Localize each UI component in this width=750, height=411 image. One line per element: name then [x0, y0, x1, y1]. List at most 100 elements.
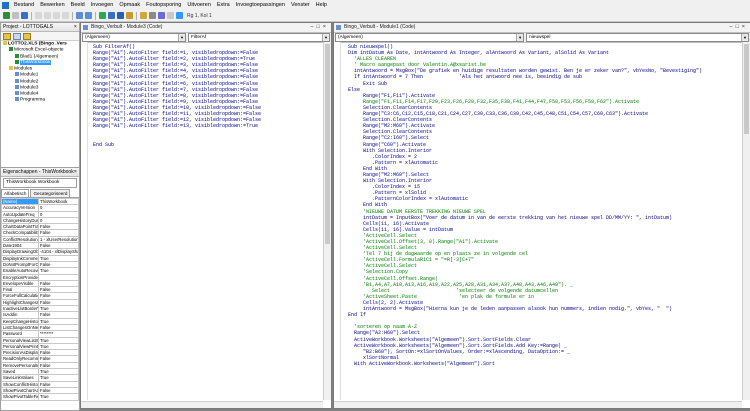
property-name: ChangeHistoryDur	[1, 216, 39, 225]
property-row[interactable]: (Name) ThisWorkbook	[1, 197, 79, 206]
save-icon[interactable]	[21, 12, 28, 19]
property-row[interactable]: ConflictResolution 1 - xlUserResolution	[1, 235, 79, 244]
project-explorer-icon[interactable]	[140, 12, 147, 19]
code-window-module3: Bingo_Verbult - Module3 (Code) –□× (Alge…	[80, 22, 332, 409]
run-icon[interactable]	[99, 12, 106, 19]
tree-item-label: LOTTO2.XLS (Bingo_Vers	[8, 41, 67, 47]
excel-icon[interactable]	[3, 12, 10, 19]
property-name: PersonalViewListSe	[1, 336, 39, 344]
close-icon[interactable]: ×	[74, 168, 77, 176]
module-icon	[15, 78, 19, 83]
chevron-down-icon[interactable]: ▼	[178, 34, 185, 41]
paste-icon[interactable]	[53, 12, 60, 19]
property-name: ListChangesOnNew	[1, 323, 39, 332]
procedure-dropdown[interactable]: nieuwspel ▼	[526, 33, 749, 42]
view-object-icon[interactable]	[13, 32, 21, 40]
code-combos: (Algemeen) ▼ nieuwspel ▼	[334, 33, 750, 43]
object-browser-icon[interactable]	[158, 12, 165, 19]
property-value[interactable]: True	[38, 393, 79, 401]
code-window-title: Bingo_Verbult - Module1 (Code) –□×	[334, 23, 750, 33]
code-editor[interactable]: Sub nieuwspel() Dim intDatum As Date, int…	[348, 44, 740, 399]
menu-item[interactable]: Bestand	[11, 2, 37, 8]
property-name: ReadOnlyRecomm	[1, 355, 39, 363]
menu-item[interactable]: Opmaak	[116, 2, 143, 8]
tree-item-label: Blad1 (Algemeen)	[20, 53, 59, 59]
break-icon[interactable]	[108, 12, 115, 19]
cut-icon[interactable]	[35, 12, 42, 19]
menu-item[interactable]: Bewerken	[37, 2, 67, 8]
object-dropdown-value: (Algemeen)	[338, 35, 363, 40]
property-name: ShowPivotTableFie	[1, 393, 39, 401]
insert-module-icon[interactable]	[12, 12, 19, 19]
tree-item-label: Programma	[20, 97, 46, 103]
properties-window: Eigenschappen - ThisWorkbook × ThisWorkb…	[0, 167, 80, 411]
property-name: PrecisionAsDisplay	[1, 349, 39, 357]
copy-icon[interactable]	[44, 12, 51, 19]
menu-item[interactable]: Uitvoeren	[184, 2, 214, 8]
design-mode-icon[interactable]	[126, 12, 133, 19]
reset-icon[interactable]	[117, 12, 124, 19]
property-value[interactable]: 1 - xlUserResolution	[38, 235, 79, 244]
menu-item[interactable]: Help	[313, 2, 330, 8]
module-icon	[15, 59, 19, 64]
project-icon	[3, 41, 7, 45]
property-name: ShowConflictHistor	[1, 380, 39, 388]
procedure-dropdown-value: nieuwspel	[529, 35, 551, 40]
redo-icon[interactable]	[85, 12, 92, 19]
property-name: EnvelopeVisible	[1, 279, 39, 288]
tree-item[interactable]: Programma	[1, 97, 79, 103]
vba-app-icon	[2, 1, 9, 9]
margin-indicator-bar[interactable]	[334, 42, 341, 400]
code-line: With ActiveWorkbook.Worksheets("Algemeen…	[348, 360, 496, 367]
menu-item[interactable]: Venster	[288, 2, 313, 8]
scroll-thumb[interactable]	[325, 44, 330, 244]
property-name: DisplayDrawingObje	[1, 248, 39, 256]
code-window-title-label: Bingo_Verbult - Module1 (Code)	[344, 24, 416, 30]
property-value[interactable]: -4104 - xlDisplayShapes	[38, 248, 79, 256]
chevron-down-icon[interactable]: ▼	[322, 34, 329, 41]
vertical-scrollbar[interactable]	[323, 42, 331, 400]
object-select[interactable]: ThisWorkbook Workbook	[3, 178, 77, 188]
window-controls[interactable]: –□×	[310, 23, 329, 32]
window-controls[interactable]: –□×	[729, 23, 748, 32]
toolbar-divider	[136, 11, 137, 20]
property-row[interactable]: DisplayDrawingObje-4104 - xlDisplayShape…	[1, 248, 79, 256]
close-icon[interactable]: ×	[74, 23, 77, 31]
margin-indicator-bar[interactable]	[81, 42, 88, 400]
property-name: RemovePersonalInf	[1, 361, 39, 370]
module-icon	[15, 72, 19, 77]
cursor-position: Rg 1, Kol 1	[187, 12, 212, 19]
object-dropdown[interactable]: (Algemeen) ▼	[82, 33, 186, 42]
help-icon[interactable]	[176, 12, 183, 19]
chevron-down-icon[interactable]: ▼	[516, 34, 524, 41]
menu-item[interactable]: Invoegen	[88, 2, 117, 8]
procedure-dropdown[interactable]: FilterAf ▼	[188, 33, 330, 42]
code-window-title-label: Bingo_Verbult - Module3 (Code)	[91, 24, 163, 30]
object-dropdown[interactable]: (Algemeen) ▼	[335, 33, 525, 42]
chevron-down-icon[interactable]: ▼	[741, 34, 748, 41]
view-code-icon[interactable]	[3, 32, 11, 40]
code-editor[interactable]: Sub FilterAf() Range("A1").AutoFilter fie…	[93, 44, 323, 399]
menu-item[interactable]: Foutopsporing	[143, 2, 184, 8]
properties-tabs: Alfabetisch Gecategoriseerd	[1, 189, 79, 198]
tab-categorized[interactable]: Gecategoriseerd	[30, 189, 71, 197]
toolbar: Rg 1, Kol 1	[0, 10, 750, 22]
properties-icon[interactable]	[149, 12, 156, 19]
find-icon[interactable]	[62, 12, 69, 19]
menu-item[interactable]: Beeld	[68, 2, 88, 8]
property-name: AutoUpdateFreq	[1, 210, 39, 218]
property-name: PersonalViewPrintS	[1, 342, 39, 351]
tab-alphabetical[interactable]: Alfabetisch	[1, 189, 30, 197]
property-row[interactable]: ShowPivotTableFie True	[1, 393, 79, 401]
toolbar-divider	[72, 11, 73, 20]
menu-item[interactable]: Invoegtoepassingen	[233, 2, 288, 8]
horizontal-scrollbar[interactable]	[334, 401, 742, 408]
horizontal-scrollbar[interactable]	[81, 401, 323, 408]
tree-item-label: Microsoft Excel-objecte	[14, 47, 64, 53]
menu-item[interactable]: Extra	[214, 2, 233, 8]
scroll-thumb[interactable]	[744, 44, 749, 134]
vertical-scrollbar[interactable]	[742, 42, 750, 400]
toggle-folders-icon[interactable]	[23, 32, 31, 40]
undo-icon[interactable]	[76, 12, 83, 19]
toolbox-icon[interactable]	[167, 12, 174, 19]
